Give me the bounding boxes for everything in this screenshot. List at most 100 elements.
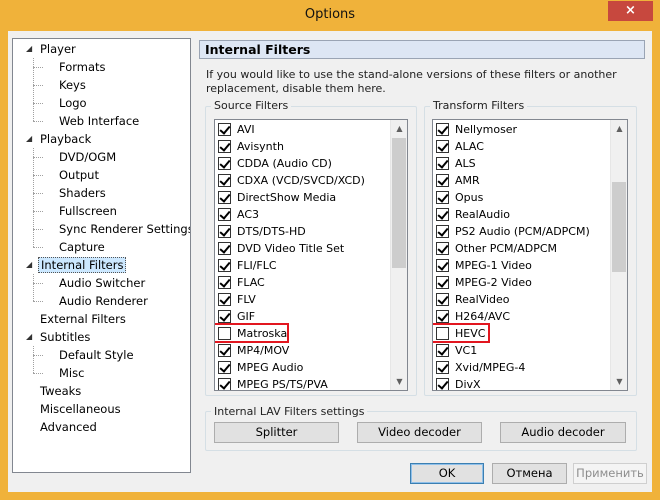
filter-checkbox[interactable] (436, 157, 449, 170)
filter-list-item[interactable]: FLAC (218, 274, 265, 291)
expander-icon[interactable]: ◢ (24, 328, 34, 346)
transform-filters-scrollbar[interactable]: ▲ ▼ (610, 120, 627, 390)
filter-list-item[interactable]: CDXA (VCD/SVCD/XCD) (218, 172, 365, 189)
filter-checkbox[interactable] (436, 293, 449, 306)
expander-icon[interactable]: ◢ (24, 130, 34, 148)
scroll-thumb[interactable] (392, 138, 406, 268)
filter-list-item[interactable]: Xvid/MPEG-4 (436, 359, 525, 376)
tree-item[interactable]: Sync Renderer Settings (33, 220, 190, 238)
close-icon[interactable]: × (608, 1, 653, 21)
filter-checkbox[interactable] (218, 123, 231, 136)
source-filters-scrollbar[interactable]: ▲ ▼ (390, 120, 407, 390)
filter-checkbox[interactable] (436, 191, 449, 204)
filter-list-item[interactable]: DirectShow Media (218, 189, 336, 206)
filter-checkbox[interactable] (436, 344, 449, 357)
filter-checkbox[interactable] (218, 361, 231, 374)
tree-item[interactable]: Miscellaneous (24, 400, 123, 418)
filter-list-item[interactable]: AMR (436, 172, 480, 189)
filter-checkbox[interactable] (436, 174, 449, 187)
filter-list-item[interactable]: Other PCM/ADPCM (436, 240, 557, 257)
splitter-button[interactable]: Splitter (214, 422, 339, 443)
scroll-down-icon[interactable]: ▼ (611, 373, 627, 390)
tree-item[interactable]: External Filters (24, 310, 128, 328)
filter-list-item[interactable]: RealVideo (436, 291, 510, 308)
tree-item[interactable]: Default Style (33, 346, 136, 364)
filter-list-item[interactable]: DVD Video Title Set (218, 240, 344, 257)
filter-list-item[interactable]: ALS (436, 155, 476, 172)
filter-checkbox[interactable] (436, 259, 449, 272)
tree-item[interactable]: Audio Renderer (33, 292, 150, 310)
tree-item[interactable]: ◢ Playback (24, 130, 93, 148)
filter-list-item[interactable]: MP4/MOV (218, 342, 289, 359)
filter-list-item[interactable]: MPEG-2 Video (436, 274, 532, 291)
tree-item[interactable]: Output (33, 166, 101, 184)
tree-item[interactable]: Web Interface (33, 112, 141, 130)
filter-list-item[interactable]: VC1 (436, 342, 477, 359)
filter-list-item[interactable]: FLI/FLC (218, 257, 277, 274)
ok-button[interactable]: OK (410, 463, 484, 484)
expander-icon[interactable]: ◢ (24, 40, 34, 58)
filter-checkbox[interactable] (218, 208, 231, 221)
filter-list-item[interactable]: DTS/DTS-HD (218, 223, 306, 240)
filter-checkbox[interactable] (436, 378, 449, 390)
filter-list-item[interactable]: MPEG PS/TS/PVA (218, 376, 328, 390)
tree-item[interactable]: Tweaks (24, 382, 83, 400)
filter-list-item[interactable]: MPEG-1 Video (436, 257, 532, 274)
filter-checkbox[interactable] (436, 140, 449, 153)
filter-checkbox[interactable] (218, 293, 231, 306)
filter-checkbox[interactable] (218, 344, 231, 357)
filter-checkbox[interactable] (218, 174, 231, 187)
filter-list-item[interactable]: FLV (218, 291, 256, 308)
tree-item[interactable]: Fullscreen (33, 202, 119, 220)
filter-checkbox[interactable] (218, 378, 231, 390)
filter-list-item[interactable]: RealAudio (436, 206, 510, 223)
filter-checkbox[interactable] (436, 276, 449, 289)
audio-decoder-button[interactable]: Audio decoder (500, 422, 626, 443)
tree-item[interactable]: Advanced (24, 418, 99, 436)
filter-checkbox[interactable] (218, 276, 231, 289)
tree-item[interactable]: Audio Switcher (33, 274, 147, 292)
filter-checkbox[interactable] (218, 259, 231, 272)
tree-item[interactable]: Formats (33, 58, 108, 76)
filter-checkbox[interactable] (436, 225, 449, 238)
tree-item[interactable]: ◢ Subtitles (24, 328, 92, 346)
filter-list-item[interactable]: CDDA (Audio CD) (218, 155, 332, 172)
tree-item[interactable]: ◢ Internal Filters (24, 256, 127, 274)
filter-list-item[interactable]: Avisynth (218, 138, 284, 155)
scroll-thumb[interactable] (612, 182, 626, 272)
filter-list-item[interactable]: AVI (218, 121, 255, 138)
tree-item[interactable]: Capture (33, 238, 107, 256)
filter-checkbox[interactable] (218, 140, 231, 153)
tree-item[interactable]: DVD/OGM (33, 148, 118, 166)
source-filters-list[interactable]: ▲ ▼ AVI Avisynth CDDA (Audio CD) CDXA (VCD/… (214, 119, 408, 391)
filter-list-item[interactable]: PS2 Audio (PCM/ADPCM) (436, 223, 590, 240)
apply-button[interactable]: Применить (573, 463, 647, 484)
tree-item[interactable]: Misc (33, 364, 86, 382)
scroll-up-icon[interactable]: ▲ (391, 120, 407, 137)
filter-checkbox[interactable] (436, 242, 449, 255)
filter-list-item[interactable]: AC3 (218, 206, 259, 223)
filter-checkbox[interactable] (436, 208, 449, 221)
filter-list-item[interactable]: ALAC (436, 138, 484, 155)
tree-item[interactable]: Keys (33, 76, 88, 94)
video-decoder-button[interactable]: Video decoder (357, 422, 482, 443)
filter-checkbox[interactable] (436, 361, 449, 374)
tree-item[interactable]: Shaders (33, 184, 108, 202)
filter-checkbox[interactable] (218, 225, 231, 238)
filter-list-item[interactable]: DivX (436, 376, 481, 390)
transform-filters-list[interactable]: ▲ ▼ Nellymoser ALAC ALS AMR Opus RealAudio PS2… (432, 119, 628, 391)
tree-item[interactable]: Logo (33, 94, 89, 112)
filter-checkbox[interactable] (218, 242, 231, 255)
filter-list-item[interactable]: MPEG Audio (218, 359, 303, 376)
expander-icon[interactable]: ◢ (24, 256, 34, 274)
cancel-button[interactable]: Отмена (492, 463, 567, 484)
scroll-up-icon[interactable]: ▲ (611, 120, 627, 137)
filter-checkbox[interactable] (218, 191, 231, 204)
scroll-down-icon[interactable]: ▼ (391, 373, 407, 390)
filter-list-item[interactable]: Opus (436, 189, 483, 206)
filter-checkbox[interactable] (436, 123, 449, 136)
tree-item[interactable]: ◢ Player (24, 40, 78, 58)
filter-checkbox[interactable] (218, 157, 231, 170)
filter-list-item[interactable]: Nellymoser (436, 121, 517, 138)
filter-checkbox[interactable] (218, 310, 231, 323)
